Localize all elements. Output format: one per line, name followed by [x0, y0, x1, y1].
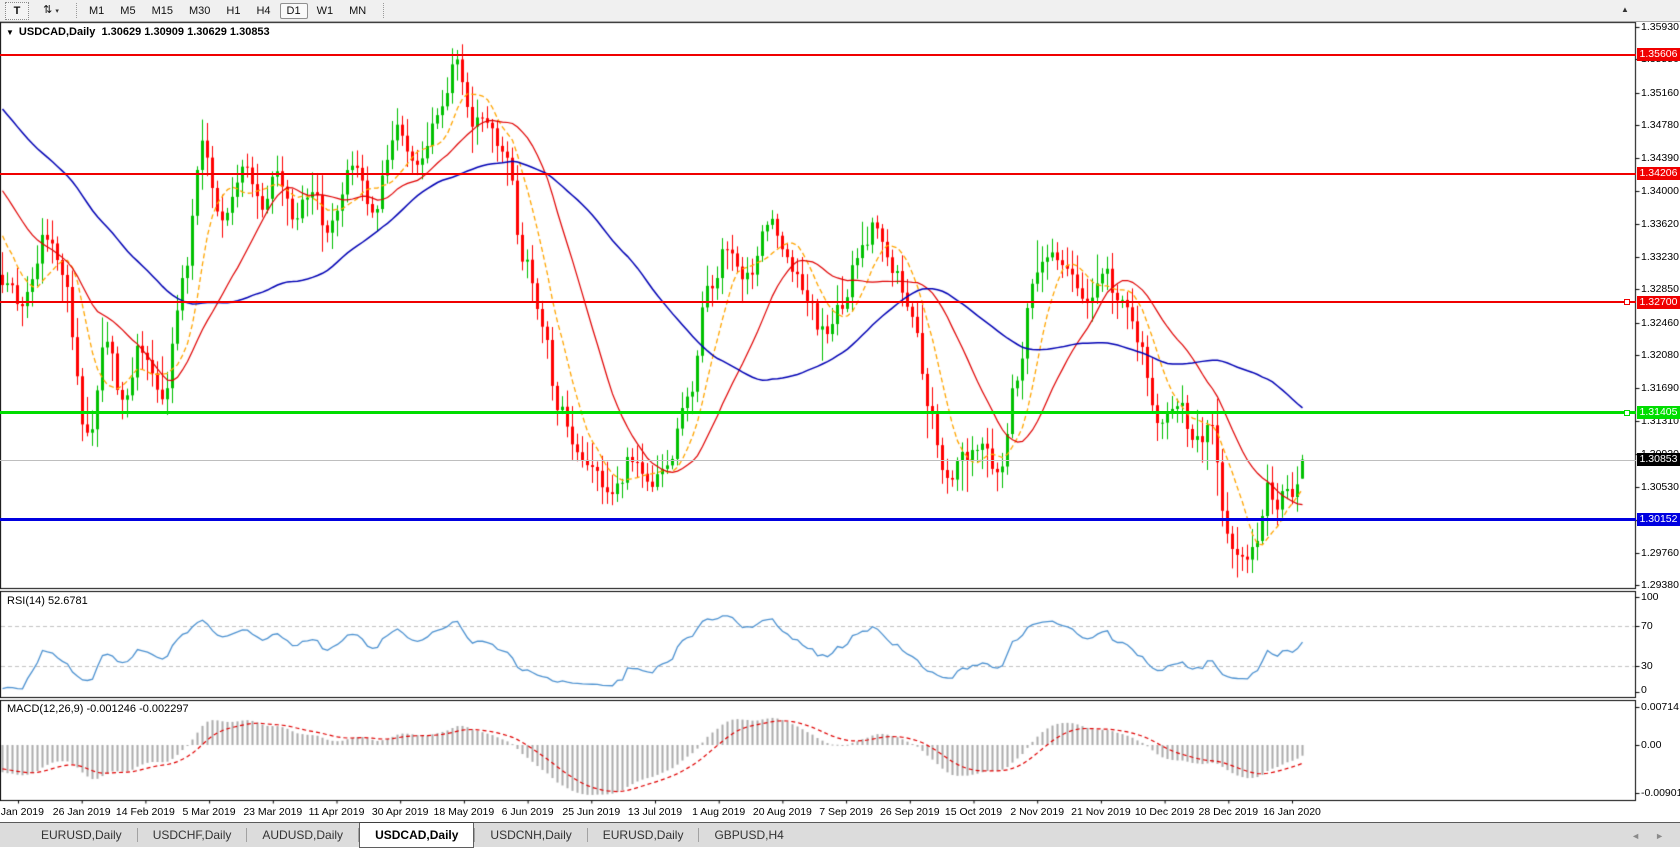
- price-tick-label: 1.35930: [1641, 21, 1680, 33]
- arrange-glyph: ⇅: [43, 4, 52, 16]
- date-tick-label: 6 Jun 2019: [502, 806, 554, 818]
- timeframe-button-m15[interactable]: M15: [145, 3, 180, 19]
- timeframe-button-d1[interactable]: D1: [280, 3, 308, 19]
- price-tick-label: 1.32460: [1641, 317, 1680, 329]
- rsi-tick-label: 0: [1641, 684, 1680, 696]
- chart-tab-usdcnh-daily[interactable]: USDCNH,Daily: [475, 823, 586, 847]
- price-level-badge: 1.34206: [1637, 167, 1680, 180]
- chevron-down-icon: ▾: [55, 8, 59, 15]
- date-tick-label: 5 Mar 2019: [183, 806, 236, 818]
- price-tick-label: 1.32080: [1641, 349, 1680, 361]
- price-level-badge: 1.35606: [1637, 48, 1680, 61]
- date-tick-label: 25 Jun 2019: [562, 806, 620, 818]
- date-tick-label: 7 Sep 2019: [819, 806, 873, 818]
- date-tick-label: 2 Nov 2019: [1010, 806, 1064, 818]
- price-tick-label: 1.34000: [1641, 185, 1680, 197]
- price-tick-label: 1.34780: [1641, 119, 1680, 131]
- level-line-1.30152[interactable]: [0, 518, 1636, 521]
- timeframe-button-h1[interactable]: H1: [219, 3, 247, 19]
- toolbar-separator: [383, 3, 384, 18]
- collapse-arrow-icon[interactable]: ▼: [6, 28, 14, 37]
- price-tick-label: 1.30530: [1641, 481, 1680, 493]
- macd-tick-label: 0.00: [1641, 739, 1680, 751]
- date-tick-label: 13 Jul 2019: [628, 806, 682, 818]
- price-tick-label: 1.33620: [1641, 218, 1680, 230]
- price-tick-label: 1.29380: [1641, 579, 1680, 591]
- symbol-period-label: USDCAD,Daily: [19, 26, 95, 38]
- current-price-line: [0, 460, 1636, 461]
- chart-title: ▼ USDCAD,Daily 1.30629 1.30909 1.30629 1.…: [6, 26, 270, 38]
- date-tick-label: 26 Jan 2019: [53, 806, 111, 818]
- date-tick-label: 14 Feb 2019: [116, 806, 175, 818]
- macd-tick-label: -0.009015: [1641, 787, 1680, 799]
- toolbar-separator: [76, 3, 77, 18]
- tabs-scroll-right-icon[interactable]: ►: [1655, 831, 1664, 841]
- level-line-1.32700[interactable]: [0, 301, 1636, 303]
- date-tick-label: 11 Apr 2019: [309, 806, 365, 818]
- price-level-badge: 1.30152: [1637, 513, 1680, 526]
- date-tick-label: 20 Aug 2019: [753, 806, 812, 818]
- date-tick-label: 1 Aug 2019: [692, 806, 745, 818]
- date-tick-label: 21 Nov 2019: [1071, 806, 1131, 818]
- chart-tab-usdcad-daily[interactable]: USDCAD,Daily: [359, 822, 474, 848]
- timeframe-button-h4[interactable]: H4: [249, 3, 277, 19]
- level-line-1.34206[interactable]: [0, 173, 1636, 175]
- price-tick-label: 1.31690: [1641, 382, 1680, 394]
- toolbar: T ⇅ ▾ M1M5M15M30H1H4D1W1MN ▲: [0, 0, 1680, 22]
- current-price-badge: 1.30853: [1637, 453, 1680, 466]
- date-tick-label: 23 Mar 2019: [243, 806, 302, 818]
- price-level-badge: 1.31405: [1637, 406, 1680, 419]
- date-tick-label: 10 Dec 2019: [1135, 806, 1195, 818]
- price-chart-canvas[interactable]: [0, 0, 1680, 847]
- timeframe-button-m5[interactable]: M5: [113, 3, 142, 19]
- mt4-window: T ⇅ ▾ M1M5M15M30H1H4D1W1MN ▲ ▼ USDCAD,Dai…: [0, 0, 1680, 847]
- chart-tab-gbpusd-h4[interactable]: GBPUSD,H4: [699, 823, 798, 847]
- scroll-up-arrow[interactable]: ▲: [1621, 5, 1629, 14]
- macd-indicator-label: MACD(12,26,9) -0.001246 -0.002297: [7, 703, 189, 715]
- level-line-1.35606[interactable]: [0, 54, 1636, 56]
- date-tick-label: 30 Apr 2019: [372, 806, 429, 818]
- date-tick-label: 8 Jan 2019: [0, 806, 44, 818]
- level-anchor-square: [1624, 299, 1630, 305]
- tabs-scroll-left-icon[interactable]: ◄: [1631, 831, 1640, 841]
- rsi-tick-label: 30: [1641, 660, 1680, 672]
- date-tick-label: 16 Jan 2020: [1263, 806, 1321, 818]
- level-anchor-square: [1624, 410, 1630, 416]
- date-tick-label: 28 Dec 2019: [1199, 806, 1259, 818]
- chart-tab-eurusd-daily[interactable]: EURUSD,Daily: [588, 823, 699, 847]
- chart-tab-usdchf-daily[interactable]: USDCHF,Daily: [138, 823, 247, 847]
- date-tick-label: 18 May 2019: [434, 806, 495, 818]
- ohlc-values: 1.30629 1.30909 1.30629 1.30853: [101, 26, 269, 38]
- date-tick-label: 15 Oct 2019: [945, 806, 1002, 818]
- price-tick-label: 1.34390: [1641, 152, 1680, 164]
- rsi-tick-label: 70: [1641, 620, 1680, 632]
- rsi-indicator-label: RSI(14) 52.6781: [7, 595, 88, 607]
- chart-tab-audusd-daily[interactable]: AUDUSD,Daily: [247, 823, 358, 847]
- price-tick-label: 1.33230: [1641, 251, 1680, 263]
- price-tick-label: 1.29760: [1641, 547, 1680, 559]
- text-label-tool-icon[interactable]: T: [5, 2, 29, 20]
- date-tick-label: 26 Sep 2019: [880, 806, 940, 818]
- timeframe-button-mn[interactable]: MN: [342, 3, 373, 19]
- timeframe-button-w1[interactable]: W1: [310, 3, 341, 19]
- rsi-tick-label: 100: [1641, 591, 1680, 603]
- chart-tab-bar: ◄ ► EURUSD,DailyUSDCHF,DailyAUDUSD,Daily…: [0, 822, 1680, 847]
- arrange-tool-icon[interactable]: ⇅ ▾: [34, 2, 68, 18]
- macd-tick-label: 0.00714: [1641, 701, 1680, 713]
- timeframe-buttons: M1M5M15M30H1H4D1W1MN: [82, 2, 384, 19]
- timeframe-button-m1[interactable]: M1: [82, 3, 111, 19]
- price-level-badge: 1.32700: [1637, 296, 1680, 309]
- price-tick-label: 1.35160: [1641, 87, 1680, 99]
- level-line-1.31405[interactable]: [0, 411, 1636, 414]
- chart-tab-eurusd-daily[interactable]: EURUSD,Daily: [26, 823, 137, 847]
- timeframe-button-m30[interactable]: M30: [182, 3, 217, 19]
- price-tick-label: 1.32850: [1641, 283, 1680, 295]
